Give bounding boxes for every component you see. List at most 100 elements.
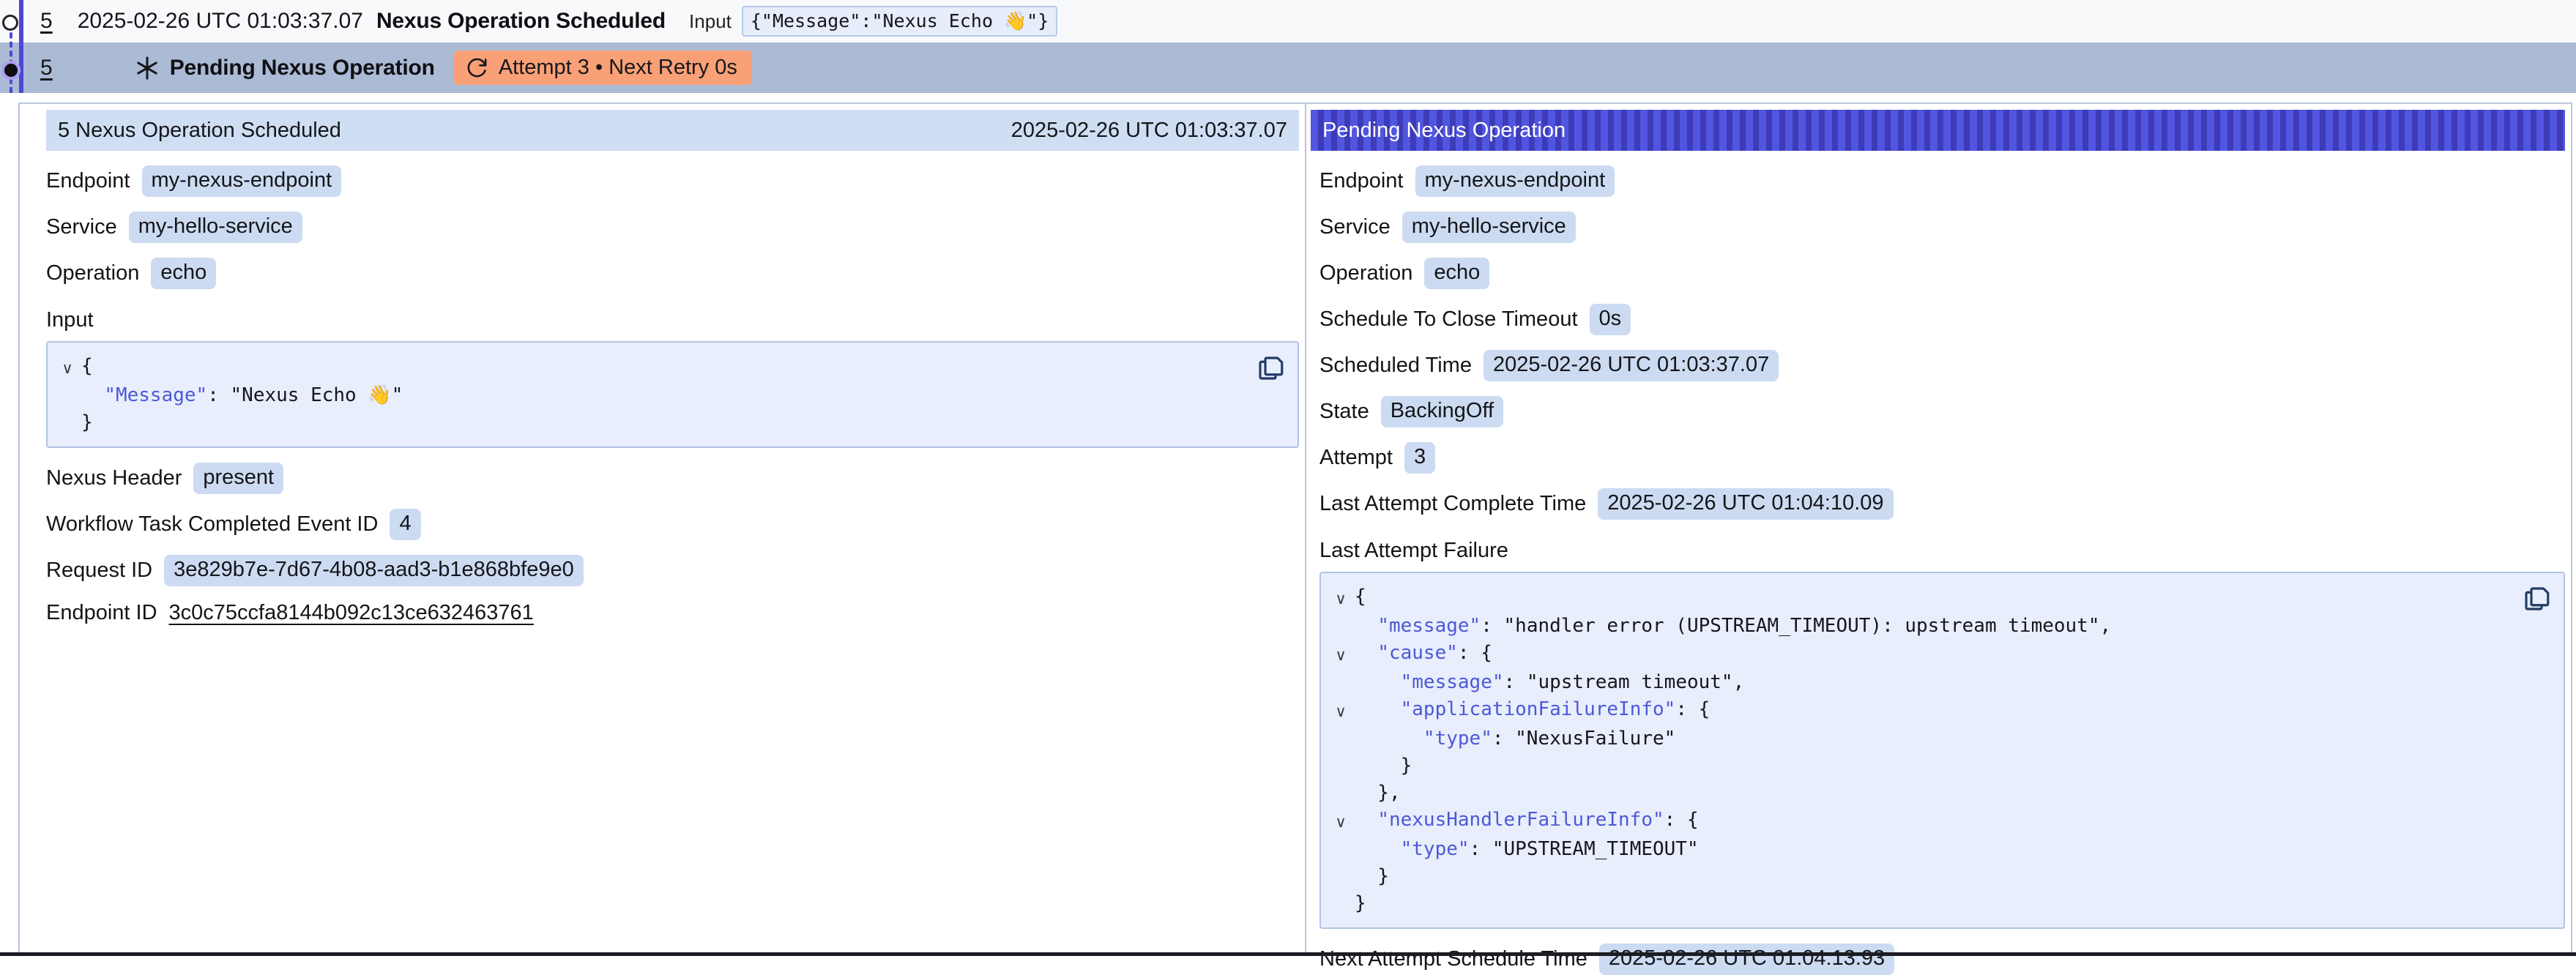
- code-text: "type": "NexusFailure": [1355, 725, 1675, 752]
- event-details-panel: 5 Nexus Operation Scheduled 2025-02-26 U…: [20, 104, 1305, 956]
- code-line: ∨ "applicationFailureInfo": {: [1327, 696, 2512, 725]
- code-text: "cause": {: [1355, 640, 1492, 669]
- copy-button[interactable]: [2521, 583, 2552, 614]
- field-label: Service: [1319, 215, 1391, 239]
- field-label: Endpoint: [46, 169, 130, 193]
- code-text: "message": "upstream timeout",: [1355, 669, 1744, 696]
- field-row-next-attempt-schedule-time: Next Attempt Schedule Time 2025-02-26 UTC…: [1319, 944, 2565, 975]
- retry-icon: [466, 56, 488, 79]
- field-value-link[interactable]: 3c0c75ccfa8144b092c13ce632463761: [169, 601, 534, 625]
- field-value-chip: BackingOff: [1381, 396, 1503, 427]
- code-text: }: [1355, 863, 1389, 890]
- code-line: ∨{: [53, 353, 1246, 382]
- event-id-link[interactable]: 5: [40, 56, 53, 81]
- field-value-chip: 3e829b7e-7d67-4b08-aad3-b1e868bfe9e0: [164, 555, 584, 586]
- code-line: "type": "UPSTREAM_TIMEOUT": [1327, 836, 2512, 863]
- event-details-header-timestamp: 2025-02-26 UTC 01:03:37.07: [1011, 119, 1287, 143]
- input-json-block: ∨{ "Message": "Nexus Echo 👋"}: [46, 341, 1299, 448]
- event-details-header: 5 Nexus Operation Scheduled 2025-02-26 U…: [46, 110, 1299, 151]
- field-value-chip: my-nexus-endpoint: [142, 165, 342, 197]
- code-line: "message": "handler error (UPSTREAM_TIME…: [1327, 613, 2512, 640]
- collapse-caret-icon[interactable]: ∨: [1327, 640, 1355, 669]
- collapse-caret-icon[interactable]: ∨: [53, 353, 81, 382]
- code-line: "Message": "Nexus Echo 👋": [53, 382, 1246, 409]
- code-text: "type": "UPSTREAM_TIMEOUT": [1355, 836, 1699, 863]
- collapse-caret-icon[interactable]: ∨: [1327, 583, 1355, 613]
- field-label: Next Attempt Schedule Time: [1319, 947, 1587, 971]
- code-text: },: [1355, 780, 1401, 807]
- field-label: Last Attempt Complete Time: [1319, 492, 1586, 516]
- field-label: State: [1319, 400, 1369, 424]
- field-value-chip: echo: [151, 258, 216, 289]
- code-line: }: [1327, 863, 2512, 890]
- code-text: {: [81, 353, 93, 382]
- code-line: }: [1327, 752, 2512, 780]
- pending-operation-attribute-list: Endpointmy-nexus-endpointServicemy-hello…: [1319, 165, 2565, 520]
- caret-gutter: [1327, 836, 1355, 863]
- caret-gutter: [1327, 752, 1355, 780]
- caret-gutter: [1327, 669, 1355, 696]
- field-row-endpoint-id: Endpoint ID 3c0c75ccfa8144b092c13ce632463…: [46, 601, 1299, 625]
- field-value-chip: 0s: [1590, 304, 1631, 335]
- code-text: "Message": "Nexus Echo 👋": [81, 382, 403, 409]
- code-line: "message": "upstream timeout",: [1327, 669, 2512, 696]
- code-line: ∨ "cause": {: [1327, 640, 2512, 669]
- pending-operation-panel: Pending Nexus Operation Endpointmy-nexus…: [1305, 104, 2571, 956]
- input-preview-chip: {"Message":"Nexus Echo 👋"}: [742, 6, 1057, 37]
- event-details-container: 5 Nexus Operation Scheduled 2025-02-26 U…: [18, 102, 2572, 956]
- field-value-chip: 4: [390, 509, 420, 540]
- event-row-pending[interactable]: 5 Pending Nexus Operation Attempt 3 • Ne…: [0, 42, 2576, 93]
- code-text: "applicationFailureInfo": {: [1355, 696, 1710, 725]
- code-line: ∨ "nexusHandlerFailureInfo": {: [1327, 807, 2512, 836]
- field-label: Operation: [1319, 261, 1412, 285]
- field-label: Attempt: [1319, 446, 1393, 470]
- field-row-schedule-to-close-timeout: Schedule To Close Timeout0s: [1319, 304, 2565, 335]
- field-row-operation: Operation echo: [46, 258, 1299, 289]
- field-value-chip: 2025-02-26 UTC 01:04:10.09: [1598, 488, 1893, 520]
- field-row-service: Servicemy-hello-service: [46, 212, 1299, 243]
- input-section-label: Input: [46, 308, 1299, 332]
- code-text: }: [1355, 752, 1412, 780]
- window-bottom-edge: [0, 952, 2576, 956]
- event-id-link[interactable]: 5: [40, 9, 53, 34]
- field-value-chip: 2025-02-26 UTC 01:04:13.93: [1599, 944, 1894, 975]
- field-row-endpoint: Endpoint my-nexus-endpoint: [46, 165, 1299, 197]
- field-label: Nexus Header: [46, 466, 182, 490]
- field-label: Endpoint ID: [46, 601, 157, 625]
- copy-button[interactable]: [1255, 353, 1286, 384]
- code-text: }: [1355, 890, 1366, 917]
- field-label: Request ID: [46, 559, 152, 583]
- field-label: Operation: [46, 261, 139, 285]
- field-label: Scheduled Time: [1319, 354, 1472, 378]
- copy-icon: [1255, 353, 1286, 384]
- failure-section-label: Last Attempt Failure: [1319, 539, 2565, 563]
- field-value-chip: my-hello-service: [129, 212, 302, 243]
- collapse-caret-icon[interactable]: ∨: [1327, 807, 1355, 836]
- caret-gutter: [1327, 613, 1355, 640]
- retry-badge-label: Attempt 3 • Next Retry 0s: [499, 56, 737, 80]
- code-line: }: [1327, 890, 2512, 917]
- timeline-active-line: [19, 0, 23, 93]
- field-value-chip: echo: [1424, 258, 1489, 289]
- field-row-last-attempt-complete-time: Last Attempt Complete Time 2025-02-26 UTC…: [1319, 488, 2565, 520]
- field-row-operation: Operation echo: [1319, 258, 2565, 289]
- code-line: }: [53, 409, 1246, 436]
- event-row-scheduled[interactable]: 5 2025-02-26 UTC 01:03:37.07 Nexus Opera…: [0, 0, 2576, 42]
- caret-gutter: [1327, 890, 1355, 917]
- field-value-chip: 3: [1404, 442, 1435, 474]
- caret-gutter: [53, 409, 81, 436]
- event-details-header-title: 5 Nexus Operation Scheduled: [58, 119, 341, 143]
- field-row-state: State BackingOff: [1319, 396, 2565, 427]
- code-text: "nexusHandlerFailureInfo": {: [1355, 807, 1699, 836]
- code-line: },: [1327, 780, 2512, 807]
- field-row-attempt: Attempt 3: [1319, 442, 2565, 474]
- field-value-chip: my-nexus-endpoint: [1415, 165, 1615, 197]
- collapse-caret-icon[interactable]: ∨: [1327, 696, 1355, 725]
- copy-icon: [2521, 583, 2552, 614]
- event-title: Pending Nexus Operation: [170, 56, 435, 81]
- failure-json-block: ∨{ "message": "handler error (UPSTREAM_T…: [1319, 572, 2565, 929]
- field-row-nexus-header: Nexus Header present: [46, 463, 1299, 494]
- field-value-chip: present: [193, 463, 283, 494]
- pending-operation-header: Pending Nexus Operation: [1311, 110, 2565, 151]
- event-timestamp: 2025-02-26 UTC 01:03:37.07: [78, 9, 363, 34]
